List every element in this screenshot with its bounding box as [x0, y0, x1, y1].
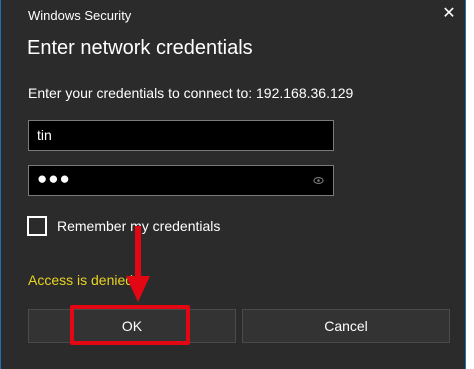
window-title: Windows Security [28, 8, 132, 23]
username-value: tin [37, 127, 52, 143]
background-strip [466, 0, 474, 369]
connect-prompt: Enter your credentials to connect to: 19… [28, 85, 354, 101]
cancel-button[interactable]: Cancel [242, 309, 450, 343]
access-denied-message: Access is denied. [28, 272, 137, 288]
arrow-down-icon [126, 226, 150, 302]
password-field[interactable]: ●●● [28, 165, 334, 196]
remember-credentials-checkbox[interactable] [27, 216, 47, 236]
ok-highlight-box [70, 305, 190, 345]
password-value: ●●● [37, 169, 71, 188]
close-icon[interactable]: ✕ [440, 5, 458, 23]
username-field[interactable]: tin [28, 120, 334, 151]
eye-icon[interactable] [313, 175, 324, 186]
dialog-heading: Enter network credentials [27, 37, 253, 59]
